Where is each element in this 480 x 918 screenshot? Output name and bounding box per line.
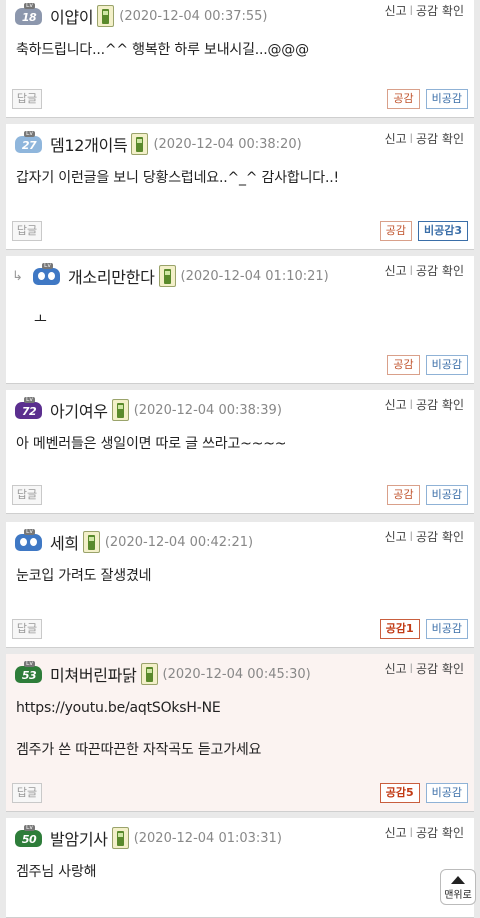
comment-actions: 신고 l 공감 확인	[384, 826, 464, 840]
dislike-button[interactable]: 비공감	[425, 485, 468, 505]
like-check-link[interactable]: 공감 확인	[416, 398, 464, 412]
level-badge-icon: Lv 50	[14, 825, 44, 848]
comment-date: (2020-12-04 00:37:55)	[119, 8, 268, 24]
comment-body: 눈코입 가려도 잘생겼네	[16, 568, 152, 584]
comment-date: (2020-12-04 01:10:21)	[180, 268, 329, 284]
vote-buttons: 공감5 비공감	[379, 783, 468, 803]
report-link[interactable]: 신고	[385, 826, 407, 840]
comment-header: Lv 50 발암기사 (2020-12-04 01:03:31)	[14, 825, 282, 850]
level-badge-icon: Lv	[14, 529, 44, 552]
comment-body: 갑자기 이런글을 보니 당황스럽네요..^_^ 감사합니다..!	[16, 170, 339, 186]
mobile-icon	[97, 5, 115, 27]
comment-header: Lv 27 뎀12개이득 (2020-12-04 00:38:20)	[14, 131, 302, 156]
like-button[interactable]: 공감	[387, 355, 420, 375]
reply-button[interactable]: 답글	[12, 221, 42, 241]
nickname[interactable]: 이얍이	[50, 4, 94, 28]
like-check-link[interactable]: 공감 확인	[416, 530, 464, 544]
report-link[interactable]: 신고	[385, 398, 407, 412]
mobile-icon	[111, 827, 129, 849]
nickname[interactable]: 미쳐버린파닭	[50, 662, 137, 686]
vote-buttons: 공감 비공감	[387, 355, 468, 375]
nickname[interactable]: 뎀12개이득	[50, 132, 128, 156]
level-badge-icon: Lv 53	[14, 661, 44, 684]
level-badge-icon: Lv 18	[14, 3, 44, 26]
like-button[interactable]: 공감	[379, 221, 412, 241]
comment-actions: 신고 l 공감 확인	[384, 264, 464, 278]
dislike-button[interactable]: 비공감	[425, 355, 468, 375]
comment-actions: 신고 l 공감 확인	[384, 132, 464, 146]
like-check-link[interactable]: 공감 확인	[416, 826, 464, 840]
vote-buttons: 공감 비공감	[387, 89, 468, 109]
reply-arrow-icon: ↳	[12, 269, 23, 284]
like-check-link[interactable]: 공감 확인	[416, 264, 464, 278]
reply-button[interactable]: 답글	[12, 485, 42, 505]
arrow-up-icon	[451, 876, 465, 884]
comment-body: 축하드립니다...^^ 행복한 하루 보내시길...@@@	[16, 42, 309, 58]
comment-actions: 신고 l 공감 확인	[384, 398, 464, 412]
report-link[interactable]: 신고	[385, 4, 407, 18]
mobile-icon	[131, 133, 149, 155]
scroll-top-label: 맨위로	[444, 890, 472, 901]
level-badge-icon: Lv 72	[14, 397, 44, 420]
mobile-icon	[140, 663, 158, 685]
like-check-link[interactable]: 공감 확인	[416, 662, 464, 676]
comment-link[interactable]: https://youtu.be/aqtSOksH-NE	[16, 698, 464, 718]
comment-header: Lv 53 미쳐버린파닭 (2020-12-04 00:45:30)	[14, 661, 311, 686]
comment-item: Lv 세희 (2020-12-04 00:42:21) 신고 l 공감 확인 눈코입…	[6, 522, 474, 648]
comment-body: 아 메벤러들은 생일이면 따로 글 쓰라고~~~~	[16, 436, 287, 452]
report-link[interactable]: 신고	[385, 264, 407, 278]
comment-body: https://youtu.be/aqtSOksH-NE 겜주가 쓴 따끈따끈한…	[16, 698, 464, 760]
vote-buttons: 공감 비공감3	[379, 221, 468, 241]
comment-item: Lv 50 발암기사 (2020-12-04 01:03:31) 신고 l 공감 확…	[6, 818, 474, 918]
comment-header: Lv 개소리만한다 (2020-12-04 01:10:21)	[32, 263, 329, 288]
comment-body: 겜주님 사랑해	[16, 864, 97, 880]
comment-date: (2020-12-04 00:42:21)	[104, 534, 254, 550]
reply-comment-item: ↳ Lv 개소리만한다 (2020-12-04 01:10:21) 신고 l 공감 …	[6, 256, 474, 384]
comment-date: (2020-12-04 00:45:30)	[162, 666, 311, 682]
dislike-button[interactable]: 비공감	[425, 89, 468, 109]
dislike-button[interactable]: 비공감3	[417, 221, 468, 241]
comment-header: Lv 72 아기여우 (2020-12-04 00:38:39)	[14, 397, 282, 422]
report-link[interactable]: 신고	[385, 662, 407, 676]
comment-header: Lv 세희 (2020-12-04 00:42:21)	[14, 529, 254, 554]
comment-actions: 신고 l 공감 확인	[384, 4, 464, 18]
reply-button[interactable]: 답글	[12, 783, 42, 803]
vote-buttons: 공감1 비공감	[379, 619, 468, 639]
comment-item: Lv 18 이얍이 (2020-12-04 00:37:55) 신고 l 공감 확인…	[6, 0, 474, 118]
reply-button[interactable]: 답글	[12, 619, 42, 639]
comment-item: Lv 53 미쳐버린파닭 (2020-12-04 00:45:30) 신고 l 공감…	[6, 654, 474, 812]
like-button[interactable]: 공감	[387, 485, 420, 505]
level-badge-icon: Lv 27	[14, 131, 44, 154]
reply-button[interactable]: 답글	[12, 89, 42, 109]
like-button[interactable]: 공감1	[379, 619, 420, 639]
like-check-link[interactable]: 공감 확인	[416, 4, 464, 18]
comment-actions: 신고 l 공감 확인	[384, 662, 464, 676]
like-button[interactable]: 공감5	[379, 783, 420, 803]
comment-item: Lv 27 뎀12개이득 (2020-12-04 00:38:20) 신고 l 공감…	[6, 124, 474, 250]
nickname[interactable]: 세희	[50, 530, 79, 554]
like-button[interactable]: 공감	[387, 89, 420, 109]
comment-actions: 신고 l 공감 확인	[384, 530, 464, 544]
nickname[interactable]: 발암기사	[50, 826, 108, 850]
mobile-icon	[111, 399, 129, 421]
mobile-icon	[158, 265, 176, 287]
scroll-top-button[interactable]: 맨위로	[440, 869, 476, 905]
report-link[interactable]: 신고	[385, 530, 407, 544]
like-check-link[interactable]: 공감 확인	[416, 132, 464, 146]
comment-body: ㅗ	[34, 312, 47, 328]
dislike-button[interactable]: 비공감	[425, 619, 468, 639]
vote-buttons: 공감 비공감	[387, 485, 468, 505]
level-badge-icon: Lv	[32, 263, 62, 286]
dislike-button[interactable]: 비공감	[425, 783, 468, 803]
comment-item: Lv 72 아기여우 (2020-12-04 00:38:39) 신고 l 공감 확…	[6, 390, 474, 514]
comment-date: (2020-12-04 01:03:31)	[133, 830, 282, 846]
mobile-icon	[82, 531, 100, 553]
comment-date: (2020-12-04 00:38:39)	[133, 402, 282, 418]
comment-date: (2020-12-04 00:38:20)	[153, 136, 302, 152]
comment-header: Lv 18 이얍이 (2020-12-04 00:37:55)	[14, 3, 268, 28]
report-link[interactable]: 신고	[385, 132, 407, 146]
nickname[interactable]: 아기여우	[50, 398, 108, 422]
nickname[interactable]: 개소리만한다	[68, 264, 155, 288]
